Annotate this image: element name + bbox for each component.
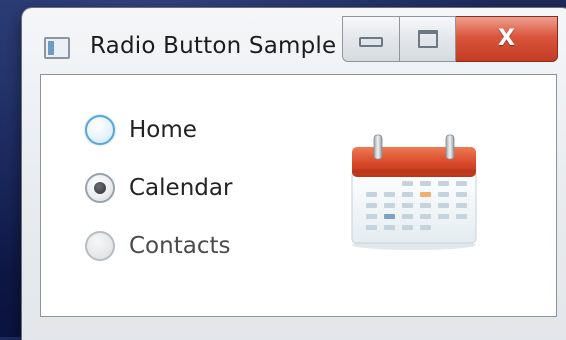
window-title: Radio Button Sample	[90, 33, 337, 59]
radio-option-calendar[interactable]: Calendar	[85, 173, 232, 203]
radio-label-calendar[interactable]: Calendar	[129, 175, 232, 201]
minimize-button[interactable]	[342, 16, 400, 62]
radio-button-contacts[interactable]	[85, 231, 115, 261]
radio-option-home[interactable]: Home	[85, 115, 197, 145]
radio-selected-dot	[94, 182, 106, 194]
close-icon: X	[498, 26, 515, 51]
maximize-icon	[417, 30, 438, 48]
app-icon-pane	[48, 41, 54, 55]
radio-button-calendar[interactable]	[85, 173, 115, 203]
close-button[interactable]: X	[456, 16, 558, 62]
calendar-icon	[351, 134, 477, 250]
radio-option-contacts[interactable]: Contacts	[85, 231, 230, 261]
radio-label-contacts[interactable]: Contacts	[129, 233, 230, 259]
window-app-icon[interactable]	[44, 37, 70, 59]
client-area: Home Calendar Contacts	[40, 74, 557, 317]
radio-button-sample-window: Radio Button Sample X Home Calendar Cont…	[22, 8, 566, 340]
radio-button-home[interactable]	[85, 115, 115, 145]
title-bar[interactable]: Radio Button Sample X	[22, 8, 566, 70]
maximize-button[interactable]	[400, 16, 456, 62]
minimize-icon	[359, 37, 383, 47]
radio-label-home[interactable]: Home	[129, 117, 197, 143]
caption-buttons: X	[342, 16, 558, 62]
